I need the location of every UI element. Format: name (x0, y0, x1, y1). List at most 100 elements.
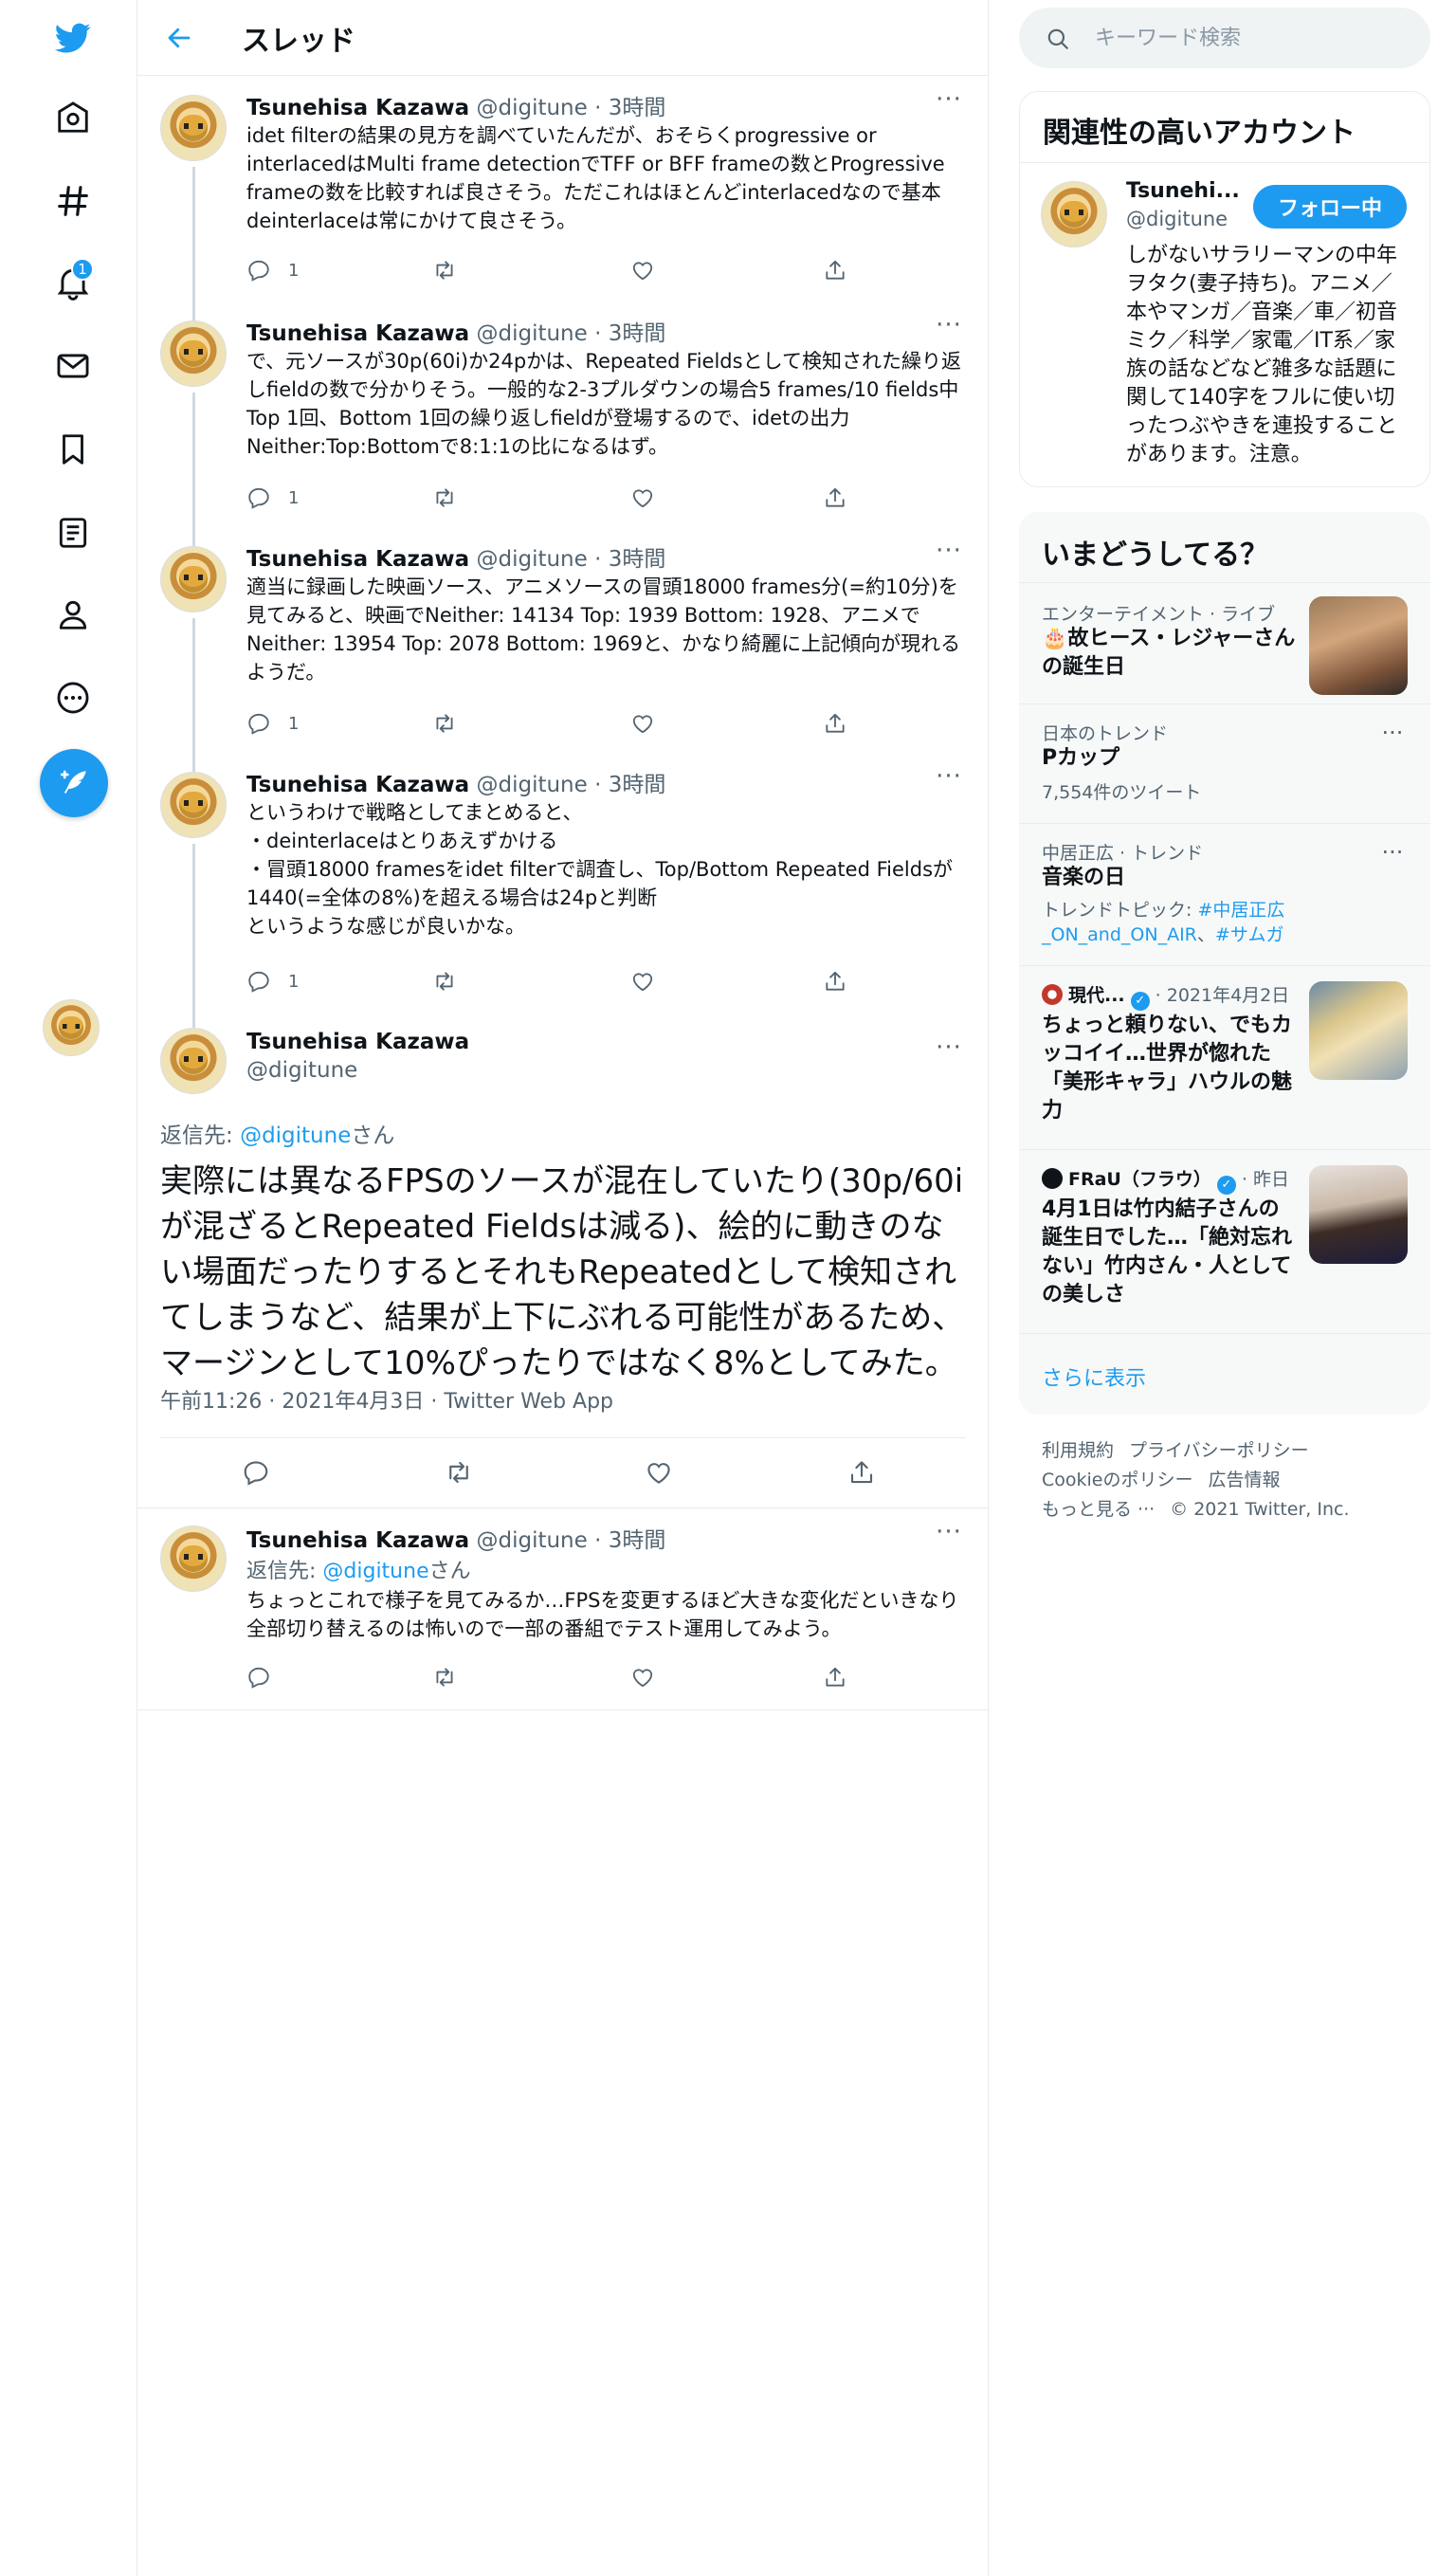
retweet-button[interactable] (432, 704, 457, 742)
thread-tweet[interactable]: Tsunehisa Kazawa @digitune · 3時間 ··· で、元… (137, 301, 989, 527)
retweet-button[interactable] (432, 962, 457, 1000)
nav-notifications[interactable]: 1 (35, 245, 111, 320)
author-name[interactable]: Tsunehisa Kazawa (246, 321, 469, 346)
avatar[interactable] (160, 772, 227, 838)
reply-button[interactable]: 1 (246, 704, 299, 742)
divider (1019, 1333, 1430, 1334)
share-button[interactable] (823, 251, 847, 289)
author-handle[interactable]: @digitune (476, 96, 587, 120)
reply-to-link[interactable]: @digitune (240, 1124, 351, 1148)
more-options-icon[interactable]: ··· (1375, 839, 1410, 866)
news-item[interactable]: 現代... ✓ · 2021年4月2日 ちょっと頼りない、でもカッコイイ…世界が惚れ… (1019, 965, 1430, 1149)
trend-item[interactable]: 中居正広 · トレンド 音楽の日 トレンドトピック: #中居正広_ON_and_… (1019, 823, 1430, 965)
more-options-icon[interactable]: ··· (930, 85, 968, 114)
more-options-icon[interactable]: ··· (1375, 720, 1410, 746)
thread-tweet[interactable]: Tsunehisa Kazawa @digitune · 3時間 ··· 適当に… (137, 527, 989, 753)
author-name[interactable]: Tsunehisa Kazawa (246, 1030, 469, 1054)
verified-badge-icon: ✓ (1216, 1176, 1236, 1195)
trend-item[interactable]: エンターテイメント · ライブ 🎂故ヒース・レジャーさんの誕生日 (1019, 582, 1430, 703)
tweet-time[interactable]: · 3時間 (594, 547, 665, 572)
like-button[interactable] (630, 962, 655, 1000)
thread-line (192, 167, 195, 301)
author-name[interactable]: Tsunehisa Kazawa (246, 773, 469, 797)
account-handle[interactable]: @digitune (1126, 208, 1228, 230)
following-button[interactable]: フォロー中 (1253, 185, 1407, 228)
nav-lists[interactable] (35, 495, 111, 571)
tweet-time[interactable]: · 3時間 (594, 1528, 665, 1553)
thread-tweet[interactable]: Tsunehisa Kazawa @digitune · 3時間 ··· ide… (137, 76, 989, 301)
author-handle[interactable]: @digitune (476, 321, 587, 346)
reply-button[interactable]: 1 (246, 479, 299, 517)
retweet-button[interactable] (432, 479, 457, 517)
share-button[interactable] (823, 704, 847, 742)
back-button[interactable] (156, 15, 202, 61)
more-options-icon[interactable]: ··· (930, 762, 968, 791)
avatar[interactable] (160, 546, 227, 612)
author-name[interactable]: Tsunehisa Kazawa (246, 96, 469, 120)
like-button[interactable] (630, 704, 655, 742)
tweet-time[interactable]: · 3時間 (594, 773, 665, 797)
hashtag-link[interactable]: #サムガ (1215, 924, 1284, 945)
reply-button[interactable] (242, 1451, 270, 1494)
nav-bookmarks[interactable] (35, 411, 111, 487)
cookie-link[interactable]: Cookieのポリシー (1042, 1470, 1193, 1490)
reply-button[interactable] (246, 1658, 271, 1696)
reply-prefix: 返信先: (160, 1124, 241, 1148)
ads-link[interactable]: 広告情報 (1209, 1470, 1281, 1490)
tweet-time[interactable]: · 3時間 (594, 321, 665, 346)
nav-explore[interactable] (35, 163, 111, 239)
more-options-icon[interactable]: ··· (930, 311, 968, 339)
news-item[interactable]: FRaU（フラウ） ✓ · 昨日 4月1日は竹内結子さんの誕生日でした…「絶対忘れな… (1019, 1149, 1430, 1333)
avatar[interactable] (1041, 181, 1107, 247)
reply-button[interactable]: 1 (246, 251, 299, 289)
twitter-logo-icon[interactable] (35, 0, 111, 76)
compose-tweet-button[interactable] (40, 749, 108, 817)
thread-tweet[interactable]: Tsunehisa Kazawa @digitune · 3時間 ··· という… (137, 753, 989, 1009)
retweet-button[interactable] (432, 251, 457, 289)
share-button[interactable] (823, 1658, 847, 1696)
share-button[interactable] (823, 479, 847, 517)
reply-button[interactable]: 1 (246, 962, 299, 1000)
nav-more[interactable] (35, 660, 111, 736)
author-name[interactable]: Tsunehisa Kazawa (246, 1528, 469, 1553)
account-avatar[interactable] (43, 999, 100, 1056)
author-handle[interactable]: @digitune (476, 547, 587, 572)
reply-to-link[interactable]: @digitune (322, 1560, 428, 1583)
like-button[interactable] (645, 1451, 673, 1494)
more-options-icon[interactable]: ··· (930, 537, 968, 565)
terms-link[interactable]: 利用規約 (1042, 1440, 1114, 1461)
retweet-button[interactable] (432, 1658, 457, 1696)
reply-tweet[interactable]: Tsunehisa Kazawa @digitune · 3時間 ··· 返信先… (137, 1508, 989, 1710)
like-button[interactable] (630, 251, 655, 289)
like-button[interactable] (630, 479, 655, 517)
author-handle[interactable]: @digitune (476, 1528, 587, 1553)
reply-icon (244, 1461, 268, 1486)
search-input[interactable] (1095, 19, 1408, 57)
privacy-link[interactable]: プライバシーポリシー (1129, 1440, 1309, 1461)
author-handle[interactable]: @digitune (476, 773, 587, 797)
author-name[interactable]: Tsunehisa Kazawa (246, 547, 469, 572)
more-options-icon[interactable]: ··· (930, 1518, 968, 1546)
tweet-time[interactable]: · 3時間 (594, 96, 665, 120)
avatar[interactable] (160, 1028, 227, 1094)
avatar[interactable] (160, 95, 227, 161)
trend-item[interactable]: 日本のトレンド Pカップ 7,554件のツイート ··· (1019, 703, 1430, 823)
more-options-icon[interactable]: ··· (930, 1033, 968, 1062)
retweet-button[interactable] (445, 1451, 473, 1494)
thread-line (192, 301, 195, 320)
more-link[interactable]: もっと見る ··· (1042, 1499, 1155, 1520)
avatar[interactable] (160, 320, 227, 387)
share-button[interactable] (823, 962, 847, 1000)
author-handle[interactable]: @digitune (246, 1058, 357, 1083)
focus-tweet-timestamp[interactable]: 午前11:26 · 2021年4月3日 · Twitter Web App (160, 1384, 613, 1415)
mail-icon (57, 354, 89, 378)
nav-profile[interactable] (35, 576, 111, 652)
search-icon (1047, 28, 1068, 49)
avatar[interactable] (160, 1526, 227, 1592)
nav-messages[interactable] (35, 328, 111, 404)
show-more-link[interactable]: さらに表示 (1042, 1361, 1146, 1392)
nav-explore-home[interactable] (35, 80, 111, 155)
share-button[interactable] (847, 1451, 876, 1494)
like-button[interactable] (630, 1658, 655, 1696)
account-name[interactable]: Tsunehi... (1126, 179, 1240, 203)
